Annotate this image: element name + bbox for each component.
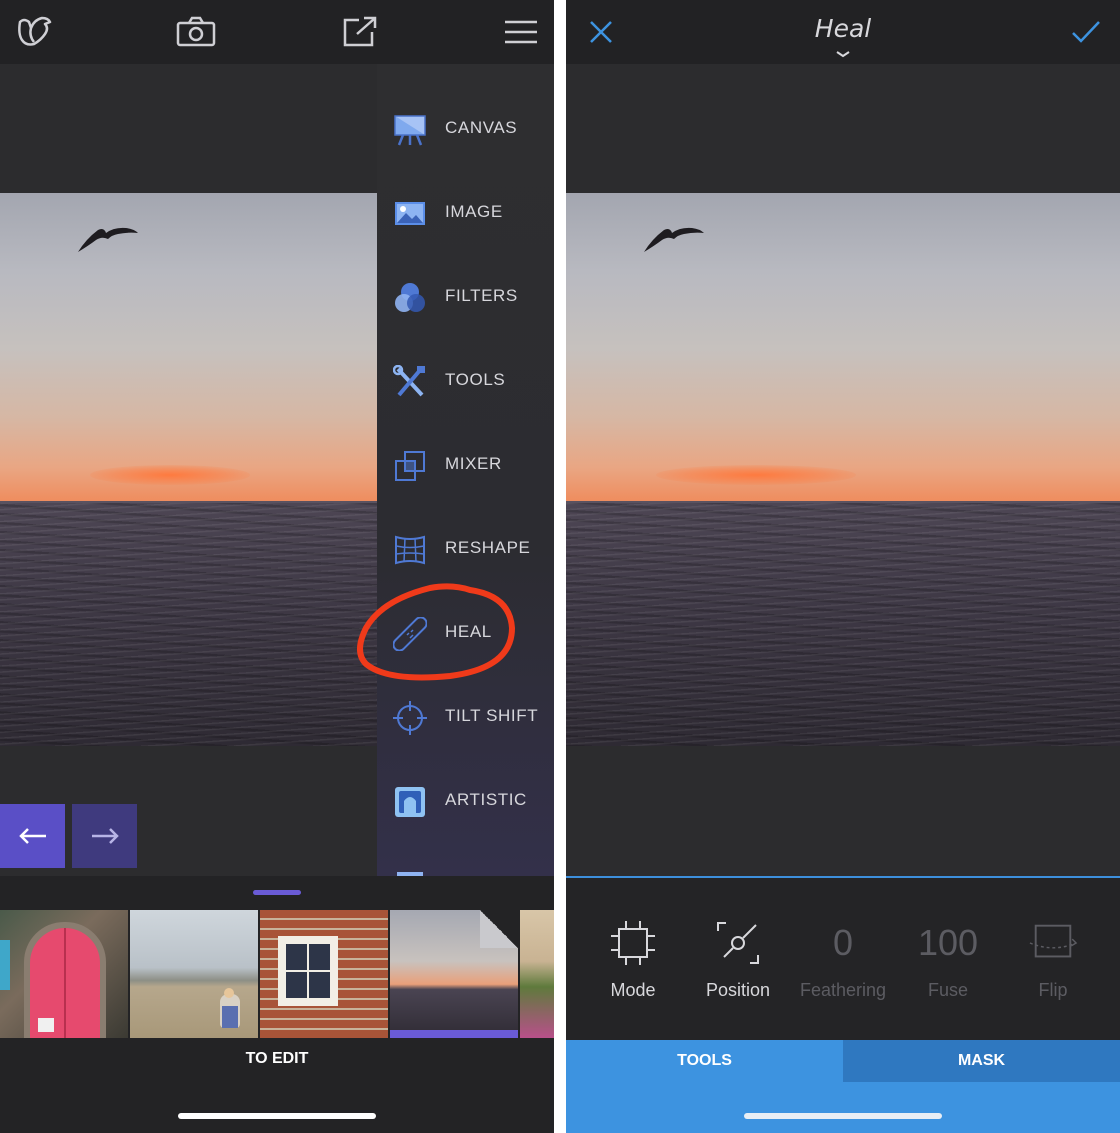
sunset-glow xyxy=(90,465,250,485)
flip-tool[interactable]: Flip xyxy=(1003,918,1103,1018)
share-icon[interactable] xyxy=(338,12,380,52)
bird-logo-icon[interactable] xyxy=(12,12,56,52)
next-thumbnail[interactable] xyxy=(520,910,554,1038)
menu-label: IMAGE xyxy=(445,202,503,221)
fuse-tool[interactable]: 100 Fuse xyxy=(898,918,998,1018)
home-indicator xyxy=(178,1113,376,1119)
mode-tool[interactable]: Mode xyxy=(583,918,683,1018)
menu-item-filters[interactable]: FILTERS xyxy=(377,256,554,340)
tool-label: Position xyxy=(705,980,771,1000)
top-toolbar xyxy=(0,0,554,64)
tab-mask[interactable]: MASK xyxy=(843,1040,1120,1082)
menu-label: TILT SHIFT xyxy=(445,706,539,725)
arrow-right-icon xyxy=(91,828,119,844)
seagull-image xyxy=(78,227,138,252)
menu-label: TOOLS xyxy=(445,370,506,389)
camera-icon[interactable] xyxy=(174,12,218,52)
chevron-down-icon[interactable] xyxy=(835,50,851,58)
tab-tools[interactable]: TOOLS xyxy=(566,1040,843,1082)
sunset-glow xyxy=(656,465,856,485)
heal-tools-panel: Mode Position 0 Feathering 100 Fuse Flip xyxy=(566,876,1120,1040)
position-target-icon xyxy=(717,922,759,964)
confirm-checkmark-icon[interactable] xyxy=(1066,12,1106,52)
hamburger-menu-icon[interactable] xyxy=(500,12,542,52)
tool-label: Flip xyxy=(1038,980,1068,1000)
tool-label: Mode xyxy=(610,980,656,1000)
home-indicator xyxy=(744,1113,942,1119)
heal-photo-canvas[interactable] xyxy=(566,193,1120,746)
photo-preview[interactable] xyxy=(0,193,377,746)
tool-label: Feathering xyxy=(799,980,887,1000)
menu-label: FILTERS xyxy=(445,286,518,305)
feathering-tool[interactable]: 0 Feathering xyxy=(793,918,893,1018)
menu-label: ARTISTIC xyxy=(445,790,527,809)
brick-window-thumbnail[interactable] xyxy=(260,910,388,1038)
sky xyxy=(0,193,377,505)
menu-item-tools[interactable]: TOOLS xyxy=(377,340,554,424)
fuse-value: 100 xyxy=(917,922,979,963)
feathering-value: 0 xyxy=(832,922,854,963)
menu-label: CANVAS xyxy=(445,118,518,137)
seagull-image xyxy=(644,227,704,252)
heal-top-bar: Heal xyxy=(566,0,1120,64)
mode-crop-icon xyxy=(611,921,655,965)
to-edit-label: TO EDIT xyxy=(245,1050,309,1067)
menu-item-canvas[interactable]: CANVAS xyxy=(377,88,554,172)
artistic-frame-icon xyxy=(395,787,425,817)
sea xyxy=(0,503,377,746)
menu-item-mixer[interactable]: MIXER xyxy=(377,424,554,508)
edit-menu-panel: CANVAS IMAGE FILTERS TOOLS MIXER RESHAPE… xyxy=(377,64,554,876)
sea-sunset-thumbnail[interactable] xyxy=(390,910,518,1038)
back-button[interactable] xyxy=(0,804,65,868)
menu-screen: CANVAS IMAGE FILTERS TOOLS MIXER RESHAPE… xyxy=(0,0,554,1133)
beach-child-thumbnail[interactable] xyxy=(130,910,258,1038)
filters-circles-icon xyxy=(395,283,425,312)
arrow-left-icon xyxy=(18,828,46,844)
reshape-grid-icon xyxy=(395,535,425,565)
page-title[interactable]: Heal xyxy=(766,14,920,43)
tool-label: Fuse xyxy=(927,980,969,1000)
canvas-easel-icon xyxy=(394,115,426,146)
mixer-layers-icon xyxy=(395,451,425,481)
close-icon[interactable] xyxy=(584,12,618,52)
flip-icon xyxy=(1029,924,1078,958)
menu-item-tilt-shift[interactable]: TILT SHIFT xyxy=(377,676,554,760)
sea xyxy=(566,503,1120,746)
image-landscape-icon xyxy=(395,202,425,225)
red-door-thumbnail[interactable] xyxy=(0,910,128,1038)
menu-label: MIXER xyxy=(445,454,502,473)
position-tool[interactable]: Position xyxy=(688,918,788,1018)
forward-button[interactable] xyxy=(72,804,137,868)
menu-item-artistic[interactable]: ARTISTIC xyxy=(377,760,554,844)
tilt-shift-crosshair-icon xyxy=(393,701,427,735)
tab-bar: TOOLS MASK xyxy=(566,1040,1120,1133)
menu-item-image[interactable]: IMAGE xyxy=(377,172,554,256)
heal-highlight-annotation xyxy=(357,583,516,681)
drawer-handle[interactable] xyxy=(253,890,301,895)
heal-screen: Heal Mode Position 0 Feathering 100 Fuse… xyxy=(566,0,1120,1133)
menu-label: RESHAPE xyxy=(445,538,531,557)
tools-wrench-icon xyxy=(393,365,425,397)
